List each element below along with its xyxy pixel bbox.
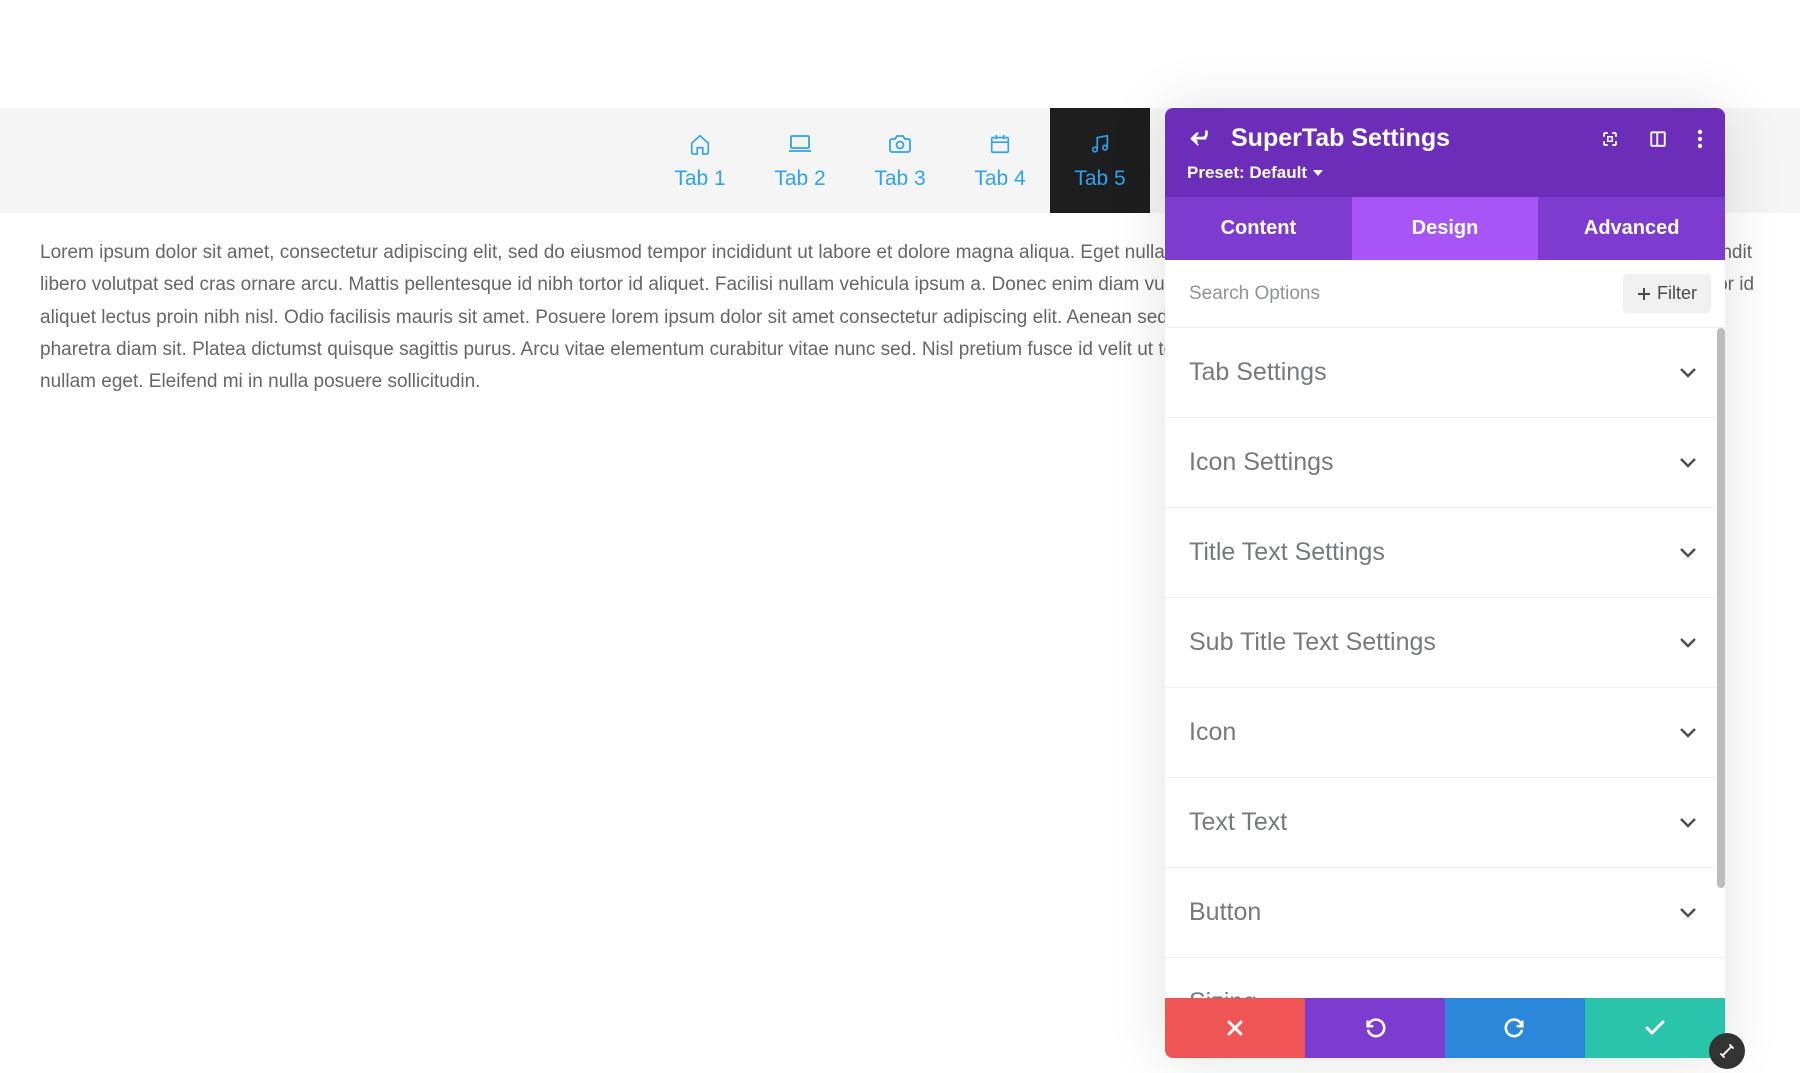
section-title-text-settings[interactable]: Title Text Settings	[1165, 508, 1725, 598]
tab-label: Tab 4	[974, 167, 1025, 191]
panel-tab-design[interactable]: Design	[1352, 197, 1539, 260]
panel-title: SuperTab Settings	[1231, 124, 1601, 153]
panel-tabs: Content Design Advanced	[1165, 197, 1725, 260]
settings-panel: SuperTab Settings Preset: Default Conten…	[1165, 108, 1725, 1058]
section-title: Title Text Settings	[1189, 538, 1385, 567]
expand-icon[interactable]	[1601, 130, 1619, 148]
search-input[interactable]	[1189, 283, 1623, 305]
chevron-down-icon	[1679, 367, 1697, 378]
tab-label: Tab 5	[1074, 167, 1125, 191]
caret-down-icon	[1313, 170, 1323, 176]
section-sizing[interactable]: Sizing	[1165, 958, 1725, 998]
section-title: Button	[1189, 898, 1261, 927]
calendar-icon	[989, 131, 1011, 157]
scrollbar-track[interactable]	[1717, 328, 1725, 888]
preset-selector[interactable]: Preset: Default	[1187, 163, 1703, 183]
more-vertical-icon[interactable]	[1697, 129, 1703, 149]
camera-icon	[888, 131, 912, 157]
cancel-button[interactable]	[1165, 998, 1305, 1058]
chevron-down-icon	[1679, 997, 1697, 998]
laptop-icon	[788, 131, 812, 157]
section-tab-settings[interactable]: Tab Settings	[1165, 328, 1725, 418]
section-text-text[interactable]: Text Text	[1165, 778, 1725, 868]
tab-item-2[interactable]: Tab 2	[750, 108, 850, 213]
section-icon-settings[interactable]: Icon Settings	[1165, 418, 1725, 508]
search-filter-row: Filter	[1165, 260, 1725, 328]
panel-header: SuperTab Settings Preset: Default	[1165, 108, 1725, 197]
panel-footer	[1165, 998, 1725, 1058]
columns-icon[interactable]	[1649, 130, 1667, 148]
panel-tab-content[interactable]: Content	[1165, 197, 1352, 260]
tab-item-1[interactable]: Tab 1	[650, 108, 750, 213]
tab-label: Tab 1	[674, 167, 725, 191]
chevron-down-icon	[1679, 547, 1697, 558]
tab-label: Tab 2	[774, 167, 825, 191]
section-title: Icon Settings	[1189, 448, 1334, 477]
section-title: Sub Title Text Settings	[1189, 628, 1436, 657]
panel-tab-advanced[interactable]: Advanced	[1538, 197, 1725, 260]
plus-icon	[1637, 287, 1651, 301]
tab-item-4[interactable]: Tab 4	[950, 108, 1050, 213]
tab-item-3[interactable]: Tab 3	[850, 108, 950, 213]
section-title: Tab Settings	[1189, 358, 1327, 387]
home-icon	[689, 131, 711, 157]
chevron-down-icon	[1679, 457, 1697, 468]
section-subtitle-text-settings[interactable]: Sub Title Text Settings	[1165, 598, 1725, 688]
chevron-down-icon	[1679, 907, 1697, 918]
resize-handle[interactable]	[1709, 1033, 1745, 1069]
filter-button[interactable]: Filter	[1623, 274, 1711, 313]
confirm-button[interactable]	[1585, 998, 1725, 1058]
section-button[interactable]: Button	[1165, 868, 1725, 958]
tab-item-5-active[interactable]: Tab 5	[1050, 108, 1150, 213]
sections-scroll-area: Tab Settings Icon Settings Title Text Se…	[1165, 328, 1725, 998]
tab-label: Tab 3	[874, 167, 925, 191]
section-title: Text Text	[1189, 808, 1287, 837]
redo-button[interactable]	[1445, 998, 1585, 1058]
chevron-down-icon	[1679, 727, 1697, 738]
chevron-down-icon	[1679, 637, 1697, 648]
preset-label: Preset: Default	[1187, 163, 1307, 183]
undo-button[interactable]	[1305, 998, 1445, 1058]
music-icon	[1089, 131, 1111, 157]
chevron-down-icon	[1679, 817, 1697, 828]
section-icon[interactable]: Icon	[1165, 688, 1725, 778]
section-title: Sizing	[1189, 988, 1257, 998]
back-arrow-icon[interactable]	[1187, 128, 1213, 150]
filter-label: Filter	[1657, 283, 1697, 304]
section-title: Icon	[1189, 718, 1236, 747]
